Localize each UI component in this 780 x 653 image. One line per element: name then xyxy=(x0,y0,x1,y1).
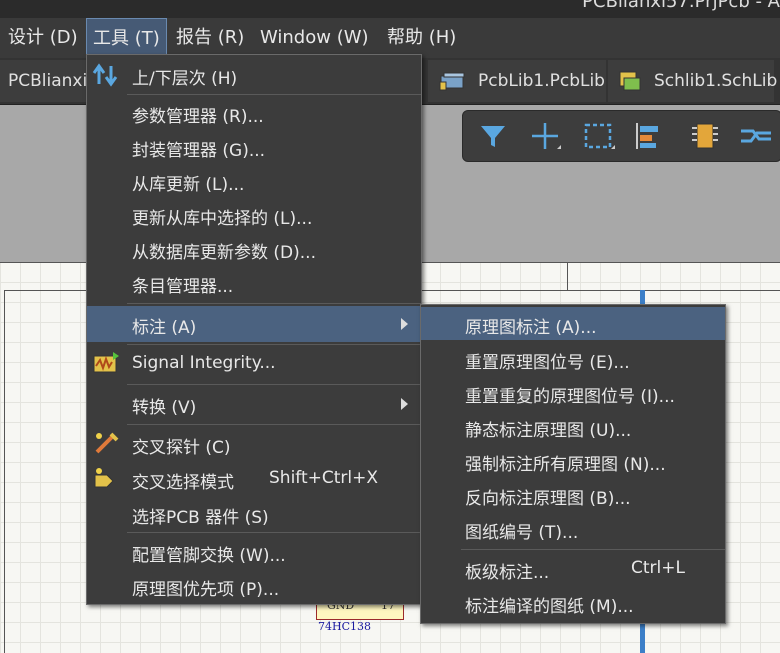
menu-item-shortcut: Shift+Ctrl+X xyxy=(269,468,379,488)
menu-tools[interactable]: 工具 (T) xyxy=(86,18,167,58)
window-title: PCBlianxi57.PrjPcb - A xyxy=(582,0,780,12)
schematic-library-icon xyxy=(619,71,641,91)
submenu-item-annotate-compiled-sheets[interactable]: 标注编译的图纸 (M)... xyxy=(421,586,725,620)
menu-item-item-manager[interactable]: 条目管理器... xyxy=(87,266,421,300)
menu-item-cross-probe[interactable]: 交叉探针 (C) xyxy=(87,426,421,461)
wire-icon[interactable] xyxy=(737,119,773,153)
menu-separator xyxy=(127,384,421,385)
menu-item-footprint-manager[interactable]: 封装管理器 (G)... xyxy=(87,130,421,164)
tab-label: PCBlianxi5 xyxy=(8,71,86,91)
menu-item-update-selected-from-library[interactable]: 更新从库中选择的 (L)... xyxy=(87,198,421,232)
submenu-item-reset-duplicate-designators[interactable]: 重置重复的原理图位号 (I)... xyxy=(421,376,725,410)
active-toolbar xyxy=(462,110,780,162)
sheet-border-left xyxy=(4,290,5,653)
select-rect-icon[interactable] xyxy=(581,119,617,153)
title-bar: PCBlianxi57.PrjPcb - A xyxy=(0,0,780,18)
cross-probe-icon xyxy=(95,432,119,454)
tab-schlib[interactable]: Schlib1.SchLib xyxy=(608,60,778,102)
menu-item-signal-integrity[interactable]: Signal Integrity... xyxy=(87,346,421,382)
menu-item-shortcut: Ctrl+L xyxy=(631,558,685,578)
menu-separator xyxy=(127,303,421,304)
menu-item-parameter-manager[interactable]: 参数管理器 (R)... xyxy=(87,96,421,130)
submenu-item-board-level-annotate[interactable]: 板级标注... Ctrl+L xyxy=(421,552,725,586)
menu-item-schematic-preferences[interactable]: 原理图优先项 (P)... xyxy=(87,569,421,603)
hierarchy-arrows-icon xyxy=(92,63,118,87)
menu-separator xyxy=(127,344,421,345)
tab-label: PcbLib1.PcbLib xyxy=(478,71,605,91)
menu-item-annotate[interactable]: 标注 (A) xyxy=(87,306,421,342)
menu-item-convert[interactable]: 转换 (V) xyxy=(87,386,421,422)
menu-reports[interactable]: 报告 (R) xyxy=(170,18,250,58)
submenu-arrow-icon xyxy=(401,318,408,330)
submenu-item-reset-designators[interactable]: 重置原理图位号 (E)... xyxy=(421,342,725,376)
signal-integrity-icon xyxy=(93,352,119,373)
ic-designator-label: 74HC138 xyxy=(318,620,372,633)
crosshair-icon[interactable] xyxy=(527,119,563,153)
menu-separator xyxy=(461,549,725,550)
menu-separator xyxy=(127,424,421,425)
menu-item-cross-select-mode[interactable]: 交叉选择模式 Shift+Ctrl+X xyxy=(87,461,421,496)
cross-select-icon xyxy=(94,468,114,488)
menu-item-update-from-library[interactable]: 从库更新 (L)... xyxy=(87,164,421,198)
sheet-zone-divider xyxy=(567,262,568,290)
menu-design[interactable]: 设计 (D) xyxy=(2,18,82,58)
menu-item-update-parameters-from-database[interactable]: 从数据库更新参数 (D)... xyxy=(87,232,421,266)
pcb-library-icon xyxy=(439,72,465,91)
submenu-item-back-annotate[interactable]: 反向标注原理图 (B)... xyxy=(421,478,725,512)
component-icon[interactable] xyxy=(687,119,723,153)
submenu-item-annotate-schematics[interactable]: 原理图标注 (A)... xyxy=(421,307,725,340)
menu-separator xyxy=(127,94,421,95)
menu-item-select-pcb-components[interactable]: 选择PCB 器件 (S) xyxy=(87,496,421,531)
menu-help[interactable]: 帮助 (H) xyxy=(381,18,465,58)
menu-window[interactable]: Window (W) xyxy=(254,18,374,58)
tab-pcblib[interactable]: PcbLib1.PcbLib xyxy=(428,60,606,102)
submenu-item-force-annotate-all[interactable]: 强制标注所有原理图 (N)... xyxy=(421,444,725,478)
tab-label: Schlib1.SchLib xyxy=(654,71,778,91)
align-icon[interactable] xyxy=(631,119,667,153)
menu-item-configure-pin-swap[interactable]: 配置管脚交换 (W)... xyxy=(87,534,421,569)
tab-project[interactable]: PCBlianxi5 xyxy=(0,60,86,102)
submenu-item-static-annotate[interactable]: 静态标注原理图 (U)... xyxy=(421,410,725,444)
menu-item-hierarchy[interactable]: 上/下层次 (H) xyxy=(87,57,421,93)
submenu-item-number-sheets[interactable]: 图纸编号 (T)... xyxy=(421,512,725,546)
menu-separator xyxy=(127,532,421,533)
annotate-submenu: 原理图标注 (A)... 重置原理图位号 (E)... 重置重复的原理图位号 (… xyxy=(420,304,726,624)
submenu-arrow-icon xyxy=(401,398,408,410)
filter-icon[interactable] xyxy=(475,119,511,153)
menu-bar: 设计 (D) 工具 (T) 报告 (R) Window (W) 帮助 (H) xyxy=(0,18,780,59)
tools-menu: 上/下层次 (H) 参数管理器 (R)... 封装管理器 (G)... 从库更新… xyxy=(86,54,422,605)
